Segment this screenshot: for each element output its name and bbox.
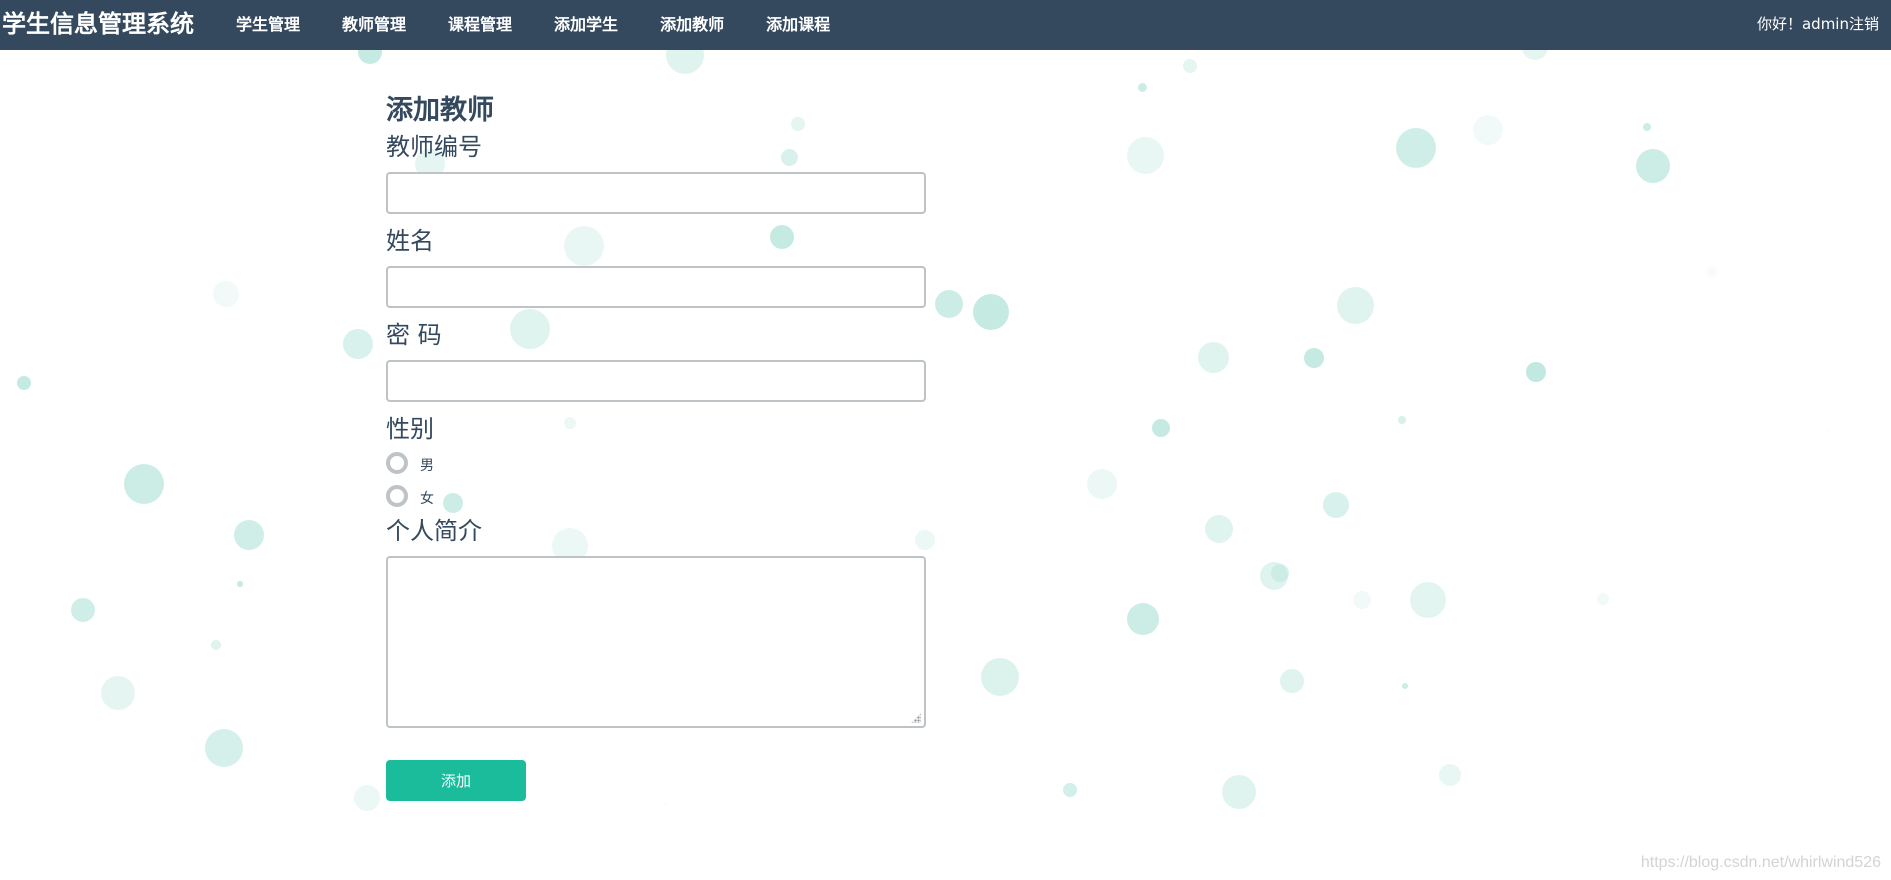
radio-female-label: 女 bbox=[420, 490, 434, 507]
bubble-decoration bbox=[237, 581, 243, 587]
bubble-decoration bbox=[1353, 591, 1371, 609]
bubble-decoration bbox=[1643, 123, 1651, 131]
bubble-decoration bbox=[213, 281, 239, 307]
bubble-decoration bbox=[1137, 82, 1147, 92]
bubble-decoration bbox=[101, 676, 135, 710]
bubble-decoration bbox=[1222, 775, 1256, 809]
bubble-decoration bbox=[1396, 128, 1436, 168]
intro-textarea[interactable] bbox=[386, 556, 926, 728]
bubble-decoration bbox=[1439, 764, 1461, 786]
bubble-decoration bbox=[354, 785, 380, 811]
bubble-decoration bbox=[343, 329, 373, 359]
bubble-decoration bbox=[71, 598, 95, 622]
bubble-decoration bbox=[1087, 469, 1117, 499]
bubble-decoration bbox=[981, 658, 1019, 696]
bubble-decoration bbox=[1398, 416, 1406, 424]
bubble-decoration bbox=[1402, 683, 1408, 689]
name-label: 姓名 bbox=[386, 227, 434, 255]
bubble-decoration bbox=[1473, 115, 1503, 145]
nav-item-add-course[interactable]: 添加课程 bbox=[766, 1, 830, 49]
resize-grip-icon[interactable] bbox=[911, 713, 921, 723]
radio-female[interactable] bbox=[386, 484, 408, 507]
nav-item-teacher-management[interactable]: 教师管理 bbox=[342, 1, 406, 49]
app-brand[interactable]: 学生信息管理系统 bbox=[2, 0, 194, 50]
page: 学生信息管理系统 学生管理 教师管理 课程管理 添加学生 添加教师 添加课程 你… bbox=[0, 0, 1891, 880]
watermark: https://blog.csdn.net/whirlwind526 bbox=[1640, 854, 1881, 871]
bubble-decoration bbox=[1826, 429, 1828, 431]
bubble-decoration bbox=[1127, 603, 1159, 635]
name-input[interactable] bbox=[386, 266, 926, 308]
nav-item-student-management[interactable]: 学生管理 bbox=[236, 1, 300, 49]
user-greeting: 你好！admin bbox=[1756, 15, 1849, 33]
bubble-decoration bbox=[1597, 593, 1609, 605]
bubble-decoration bbox=[1197, 341, 1229, 373]
bubble-decoration bbox=[1280, 669, 1304, 693]
page-title: 添加教师 bbox=[386, 95, 494, 126]
add-teacher-form: 添加教师 教师编号 姓名 密 码 性别 男 女 个人简介 添加 bbox=[386, 92, 926, 801]
teacher-id-label: 教师编号 bbox=[386, 133, 482, 161]
nav-menu: 学生管理 教师管理 课程管理 添加学生 添加教师 添加课程 bbox=[236, 0, 872, 50]
nav-item-add-teacher[interactable]: 添加教师 bbox=[660, 1, 724, 49]
user-area: 你好！admin注销 bbox=[1757, 0, 1879, 50]
bubble-decoration bbox=[1271, 564, 1289, 582]
bubble-decoration bbox=[1323, 492, 1349, 518]
bubble-decoration bbox=[935, 290, 963, 318]
gender-label: 性别 bbox=[386, 415, 434, 443]
bubble-decoration bbox=[1183, 59, 1197, 73]
background-bubbles bbox=[0, 0, 1891, 880]
password-label: 密 码 bbox=[386, 321, 442, 349]
navbar: 学生信息管理系统 学生管理 教师管理 课程管理 添加学生 添加教师 添加课程 你… bbox=[0, 0, 1891, 50]
radio-male[interactable] bbox=[386, 451, 408, 474]
bubble-decoration bbox=[1260, 562, 1288, 590]
gender-option-male[interactable]: 男 bbox=[386, 446, 926, 479]
bubble-decoration bbox=[1707, 267, 1717, 277]
bubble-decoration bbox=[17, 376, 31, 390]
bubble-decoration bbox=[973, 294, 1009, 330]
logout-link[interactable]: 注销 bbox=[1849, 15, 1879, 33]
bubble-decoration bbox=[1126, 136, 1164, 174]
intro-label: 个人简介 bbox=[386, 517, 482, 545]
password-input[interactable] bbox=[386, 360, 926, 402]
radio-male-label: 男 bbox=[420, 457, 434, 474]
teacher-id-input[interactable] bbox=[386, 172, 926, 214]
bubble-decoration bbox=[1063, 783, 1077, 797]
bubble-decoration bbox=[1152, 419, 1170, 437]
gender-option-female[interactable]: 女 bbox=[386, 479, 926, 512]
bubble-decoration bbox=[1336, 286, 1374, 324]
bubble-decoration bbox=[1304, 348, 1324, 368]
bubble-decoration bbox=[1410, 582, 1446, 618]
bubble-decoration bbox=[1526, 362, 1546, 382]
add-button[interactable]: 添加 bbox=[386, 760, 526, 801]
bubble-decoration bbox=[1636, 149, 1670, 183]
nav-item-add-student[interactable]: 添加学生 bbox=[554, 1, 618, 49]
bubble-decoration bbox=[234, 520, 264, 550]
nav-item-course-management[interactable]: 课程管理 bbox=[448, 1, 512, 49]
bubble-decoration bbox=[1205, 515, 1233, 543]
bubble-decoration bbox=[665, 803, 667, 805]
bubble-decoration bbox=[205, 729, 243, 767]
bubble-decoration bbox=[124, 464, 164, 504]
bubble-decoration bbox=[211, 640, 221, 650]
